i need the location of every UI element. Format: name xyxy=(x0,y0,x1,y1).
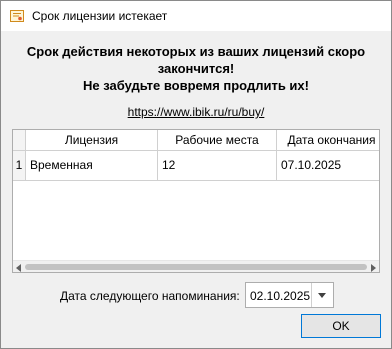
row-number: 1 xyxy=(13,151,26,181)
column-header-expiry[interactable]: Дата окончания xyxy=(277,130,379,151)
header-corner xyxy=(13,130,26,151)
table-header: Лицензия Рабочие места Дата окончания xyxy=(13,130,379,151)
ok-button[interactable]: OK xyxy=(301,314,381,338)
column-header-license[interactable]: Лицензия xyxy=(26,130,158,151)
window-title: Срок лицензии истекает xyxy=(32,9,168,23)
scroll-right-arrow-icon[interactable] xyxy=(371,264,376,272)
scroll-thumb[interactable] xyxy=(25,264,367,270)
license-expiry-dialog: Срок лицензии истекает Срок действия нек… xyxy=(0,0,392,349)
cell-seats: 12 xyxy=(158,151,277,181)
scroll-left-arrow-icon[interactable] xyxy=(16,264,21,272)
reminder-label: Дата следующего напоминания: xyxy=(60,289,240,303)
cell-expiry: 07.10.2025 xyxy=(277,151,379,181)
cell-license: Временная xyxy=(26,151,158,181)
date-dropdown-button[interactable] xyxy=(311,283,333,307)
reminder-date-picker[interactable]: 02.10.2025 xyxy=(245,282,334,308)
chevron-down-icon xyxy=(318,293,326,298)
title-bar[interactable]: Срок лицензии истекает xyxy=(1,1,391,31)
buy-link[interactable]: https://www.ibik.ru/ru/buy/ xyxy=(1,105,391,119)
certificate-app-icon xyxy=(10,10,24,22)
message-line-2: закончится! xyxy=(157,61,235,76)
column-header-seats[interactable]: Рабочие места xyxy=(158,130,277,151)
message-line-3: Не забудьте вовремя продлить их! xyxy=(83,78,309,93)
horizontal-scrollbar[interactable] xyxy=(13,260,379,272)
reminder-date-value[interactable]: 02.10.2025 xyxy=(250,289,310,303)
message-line-1: Срок действия некоторых из ваших лицензи… xyxy=(26,44,366,59)
license-table[interactable]: Лицензия Рабочие места Дата окончания 1 … xyxy=(12,129,380,273)
